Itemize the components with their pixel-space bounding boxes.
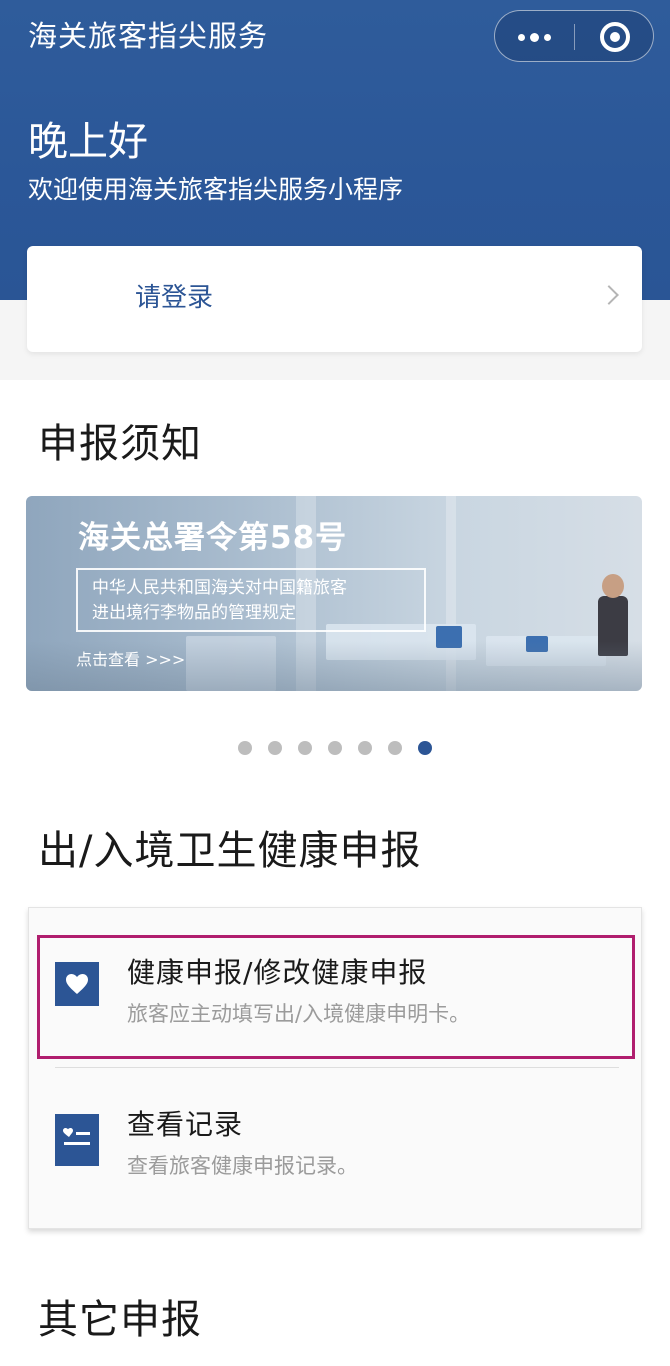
view-records-desc: 查看旅客健康申报记录。 [127, 1154, 358, 1178]
view-records-item[interactable]: 查看记录 查看旅客健康申报记录。 [29, 1098, 643, 1208]
mini-program-capsule [494, 10, 654, 62]
carousel-dot-active[interactable] [418, 741, 432, 755]
more-dot-center [530, 32, 539, 42]
carousel-dot[interactable] [388, 741, 402, 755]
view-records-title: 查看记录 [127, 1108, 244, 1141]
carousel-dot[interactable] [358, 741, 372, 755]
carousel-indicator [238, 741, 432, 755]
more-dots-icon [518, 33, 525, 41]
close-button[interactable] [575, 11, 655, 63]
record-list-icon [55, 1114, 99, 1166]
banner-subtitle-line2: 进出境行李物品的管理规定 [92, 603, 296, 623]
carousel-dot[interactable] [298, 741, 312, 755]
health-declare-desc: 旅客应主动填写出/入境健康申明卡。 [127, 1002, 471, 1026]
greeting-text: 晚上好 [28, 119, 148, 165]
item-divider [55, 1067, 619, 1068]
close-target-icon [600, 22, 630, 52]
health-card: 健康申报/修改健康申报 旅客应主动填写出/入境健康申明卡。 查看记录 查看旅客健… [28, 907, 642, 1229]
carousel-dot[interactable] [268, 741, 282, 755]
banner-title: 海关总署令第58号 [78, 520, 348, 556]
carousel-dot[interactable] [238, 741, 252, 755]
notice-banner[interactable]: 海关总署令第58号 中华人民共和国海关对中国籍旅客 进出境行李物品的管理规定 点… [26, 496, 642, 691]
banner-view-link[interactable]: 点击查看 >>> [76, 648, 185, 672]
heart-icon [55, 962, 99, 1006]
app-title: 海关旅客指尖服务 [28, 19, 269, 53]
section-title-health: 出/入境卫生健康申报 [38, 828, 422, 874]
chevron-right-icon [599, 285, 619, 305]
section-title-other: 其它申报 [38, 1297, 202, 1343]
banner-subtitle-line1: 中华人民共和国海关对中国籍旅客 [92, 578, 347, 598]
health-declare-title: 健康申报/修改健康申报 [127, 956, 428, 989]
page: 海关旅客指尖服务 晚上好 欢迎使用海关旅客指尖服务小程序 请登录 申报须知 海关… [0, 0, 670, 1366]
banner-person-head [602, 574, 624, 598]
section-title-notice: 申报须知 [38, 421, 202, 467]
welcome-text: 欢迎使用海关旅客指尖服务小程序 [28, 175, 404, 204]
more-button[interactable] [495, 11, 574, 63]
carousel-dot[interactable] [328, 741, 342, 755]
more-dot-right [544, 33, 551, 41]
login-label: 请登录 [135, 283, 214, 313]
banner-subtitle-box: 中华人民共和国海关对中国籍旅客 进出境行李物品的管理规定 [76, 568, 426, 632]
close-target-core [610, 32, 620, 42]
login-card[interactable]: 请登录 [27, 246, 642, 352]
health-declare-item[interactable]: 健康申报/修改健康申报 旅客应主动填写出/入境健康申明卡。 [29, 938, 643, 1048]
